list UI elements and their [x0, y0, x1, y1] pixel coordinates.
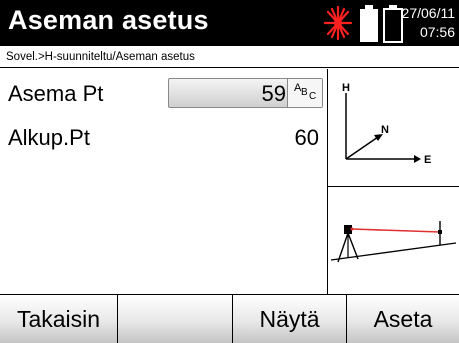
backsight-point-value[interactable]: 60	[295, 125, 319, 151]
axis-h-label: H	[342, 82, 350, 94]
breadcrumb: Sovel.>H-suunniteltu/Aseman asetus	[0, 46, 459, 68]
laser-pointer-icon	[323, 5, 353, 41]
axis-e-label: E	[424, 154, 431, 166]
show-button[interactable]: Näytä	[233, 295, 347, 343]
back-button[interactable]: Takaisin	[0, 295, 118, 343]
diagram-panel: H N E	[327, 69, 459, 294]
page-title: Aseman asetus	[8, 5, 209, 35]
battery-icon	[360, 5, 403, 43]
station-setup-diagram	[330, 221, 457, 263]
softkey-bar: Takaisin Näytä Aseta	[0, 294, 459, 343]
station-point-value: 59	[261, 81, 286, 106]
set-button[interactable]: Aseta	[347, 295, 459, 343]
input-mode-c: C	[309, 91, 317, 102]
input-mode-b: B	[301, 87, 308, 98]
empty-softkey[interactable]	[118, 295, 233, 343]
date-time: 27/06/11 07:56	[402, 4, 455, 42]
date-text: 27/06/11	[401, 5, 455, 21]
axis-n-label: N	[381, 124, 389, 136]
backsight-point-label: Alkup.Pt	[8, 125, 90, 150]
station-point-label: Asema Pt	[8, 81, 104, 106]
input-mode-toggle[interactable]: A B C	[287, 79, 322, 107]
title-bar: Aseman asetus 27/06/11 07:56	[0, 0, 459, 46]
coordinate-axes-diagram: H N E	[342, 82, 431, 166]
form-area: Asema Pt 59 A B C Alkup.Pt 60	[0, 69, 327, 294]
station-point-field[interactable]: 59 A B C	[168, 78, 323, 108]
time-text: 07:56	[419, 24, 455, 40]
